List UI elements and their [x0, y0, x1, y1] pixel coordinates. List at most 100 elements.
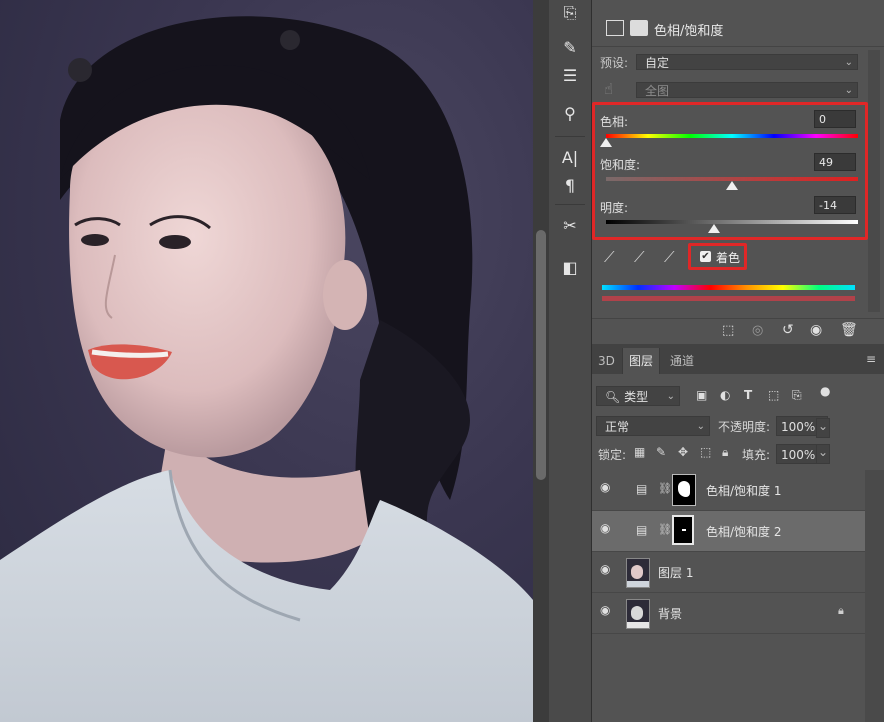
filter-shape-icon[interactable]: ⬚ [768, 388, 779, 402]
tab-channels[interactable]: 通道 [664, 348, 700, 374]
opacity-value: 100% [781, 420, 816, 434]
adjustment-layer-icon: ▤ [636, 523, 648, 537]
adjustments-sliders-icon[interactable]: ☰ [557, 62, 583, 88]
blend-mode-value: 正常 [605, 420, 630, 434]
filter-toggle-icon[interactable]: ● [820, 384, 830, 398]
output-color-bar [602, 296, 855, 301]
link-icon[interactable]: ⛓ [658, 523, 672, 536]
trash-icon[interactable]: 🗑 [840, 322, 858, 338]
lock-artboard-icon[interactable]: ⬚ [700, 445, 711, 459]
fill-chevron-icon[interactable]: ⌄ [816, 444, 830, 464]
visibility-eye-icon[interactable]: ◉ [600, 480, 614, 494]
properties-footer: ⬚ ◎ ↺ ◉ 🗑 [592, 318, 884, 345]
layer-filter-dropdown[interactable]: 🔍︎ 类型 ⌄ [596, 386, 680, 406]
lock-position-icon[interactable]: ✥ [678, 445, 688, 459]
tool-presets-icon[interactable]: ✂ [557, 212, 583, 238]
layer-row-selected[interactable]: ◉ ▤ ⛓ 色相/饱和度 2 [592, 511, 865, 552]
chevron-down-icon: ⌄ [844, 85, 853, 96]
eyedropper-add-icon[interactable]: ⟋ [634, 248, 645, 266]
tab-3d[interactable]: 3D [592, 348, 621, 374]
lock-transparent-icon[interactable]: ▦ [634, 445, 645, 459]
saturation-slider-thumb[interactable] [726, 181, 738, 190]
filter-adjustment-icon[interactable]: ◐ [720, 388, 730, 402]
layer-name[interactable]: 色相/饱和度 2 [706, 523, 782, 540]
layer-thumbnail[interactable] [626, 558, 650, 588]
layer-name[interactable]: 图层 1 [658, 564, 693, 581]
visibility-eye-icon[interactable]: ◉ [600, 603, 614, 617]
character-icon[interactable]: A| [557, 144, 583, 170]
targeted-adjustment-hand-icon[interactable]: ☝ [604, 80, 613, 98]
lock-all-icon[interactable]: 🔒︎ [722, 445, 728, 460]
filter-pixel-icon[interactable]: ▣ [696, 388, 707, 402]
filter-smart-object-icon[interactable]: ⎘ [792, 388, 802, 403]
lightness-label: 明度: [600, 201, 629, 215]
colorize-label: 着色 [716, 251, 741, 265]
visibility-eye-icon[interactable]: ◉ [810, 322, 822, 338]
preset-value: 自定 [645, 56, 670, 70]
channel-dropdown[interactable]: 全图 ⌄ [636, 82, 858, 98]
layer-row[interactable]: ◉ ▤ ⛓ 色相/饱和度 1 [592, 470, 865, 511]
opacity-label: 不透明度: [718, 420, 771, 434]
lightness-input[interactable]: -14 [814, 196, 856, 214]
saturation-input[interactable]: 49 [814, 153, 856, 171]
hue-slider-track[interactable] [606, 134, 858, 138]
layers-scrollbar[interactable] [865, 470, 884, 722]
properties-scrollbar[interactable] [868, 50, 880, 312]
filter-type-icon[interactable]: T [744, 388, 752, 402]
hue-label: 色相: [600, 115, 629, 129]
eyedropper-icon[interactable]: ⟋ [604, 248, 615, 266]
adjustment-layer-icon: ▤ [636, 482, 648, 496]
history-icon[interactable]: ⎘ [557, 0, 583, 26]
eyedropper-subtract-icon[interactable]: ⟋ [664, 248, 675, 266]
layers-panel: 3D 图层 通道 ≡ 🔍︎ 类型 ⌄ ▣ ◐ T ⬚ ⎘ ● 正常 ⌄ 不透明度… [592, 344, 884, 722]
layer-mask-thumbnail[interactable] [672, 515, 694, 545]
brush-settings-icon[interactable]: ✎ [557, 34, 583, 60]
fill-value: 100% [781, 448, 816, 462]
lock-icon[interactable]: 🔒︎ [838, 604, 844, 618]
colorize-checkbox[interactable]: ✔ [700, 251, 711, 262]
document-canvas[interactable] [0, 0, 533, 722]
properties-panel: 色相/饱和度 预设: 自定 ⌄ ☝ 全图 ⌄ 色相: 0 饱和度: 49 明度:… [592, 0, 884, 344]
lightness-slider-track[interactable] [606, 220, 858, 224]
lock-image-icon[interactable]: ✎ [656, 445, 666, 459]
opacity-chevron-icon[interactable]: ⌄ [816, 418, 830, 438]
navigator-icon[interactable]: ◧ [557, 254, 583, 280]
portrait-photo [0, 16, 533, 722]
canvas-vertical-scrollbar[interactable] [533, 0, 549, 722]
visibility-eye-icon[interactable]: ◉ [600, 521, 614, 535]
panel-dock-strip: ⎘ ✎ ☰ ⚲ A| ¶ ✂ ◧ [549, 0, 592, 722]
layer-row[interactable]: ◉ 图层 1 [592, 552, 865, 593]
divider [555, 136, 585, 137]
visibility-eye-icon[interactable]: ◉ [600, 562, 614, 576]
filter-value: 类型 [624, 390, 649, 404]
paragraph-icon[interactable]: ¶ [557, 172, 583, 198]
adjustment-layer-icon[interactable] [606, 20, 624, 36]
saturation-label: 饱和度: [600, 158, 641, 172]
chevron-down-icon: ⌄ [844, 57, 853, 68]
layer-thumbnail[interactable] [626, 599, 650, 629]
scrollbar-thumb[interactable] [536, 230, 546, 480]
layer-name[interactable]: 背景 [658, 605, 682, 622]
layer-mask-thumbnail[interactable] [672, 474, 696, 506]
layer-row[interactable]: ◉ 背景 🔒︎ [592, 593, 865, 634]
reset-icon[interactable]: ↺ [782, 322, 794, 338]
properties-title: 色相/饱和度 [654, 24, 724, 39]
panel-menu-icon[interactable]: ≡ [866, 352, 876, 366]
chevron-down-icon: ⌄ [666, 391, 675, 402]
search-icon: 🔍︎ [605, 390, 621, 404]
blend-mode-dropdown[interactable]: 正常 ⌄ [596, 416, 710, 436]
clip-to-layer-icon[interactable]: ⬚ [722, 323, 734, 338]
preset-dropdown[interactable]: 自定 ⌄ [636, 54, 858, 70]
link-icon[interactable]: ⛓ [658, 482, 672, 495]
input-color-bar [602, 285, 855, 290]
lightness-slider-thumb[interactable] [708, 224, 721, 233]
clone-source-icon[interactable]: ⚲ [557, 100, 583, 126]
hue-input[interactable]: 0 [814, 110, 856, 128]
layer-name[interactable]: 色相/饱和度 1 [706, 482, 782, 499]
tab-layers[interactable]: 图层 [622, 348, 661, 374]
fill-label: 填充: [742, 448, 771, 462]
view-previous-icon[interactable]: ◎ [752, 323, 763, 338]
properties-header: 色相/饱和度 [592, 10, 884, 47]
hue-slider-thumb[interactable] [600, 138, 612, 147]
mask-icon[interactable] [630, 20, 648, 36]
